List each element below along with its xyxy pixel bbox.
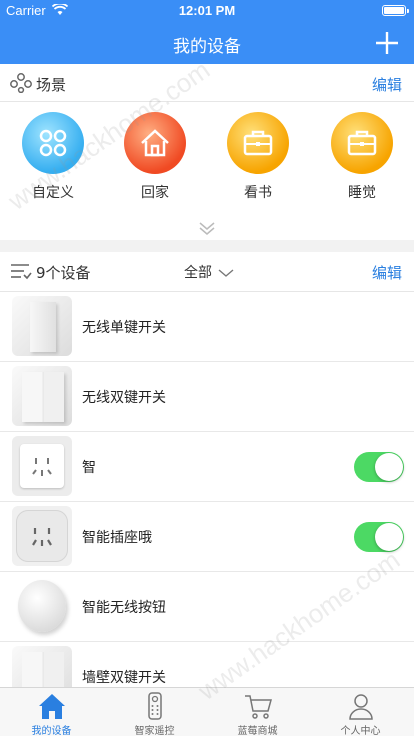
scene-item-sleep[interactable]: 睡觉 bbox=[312, 112, 412, 202]
briefcase-icon bbox=[227, 112, 289, 174]
wall-outlet-image bbox=[12, 436, 72, 496]
device-toggle[interactable] bbox=[354, 522, 404, 552]
wireless-double-switch-image bbox=[12, 366, 72, 426]
device-filter-dropdown[interactable]: 全部 bbox=[184, 262, 234, 282]
device-name: 墙壁双键开关 bbox=[82, 670, 166, 686]
scene-label: 睡觉 bbox=[348, 185, 376, 201]
tab-store[interactable]: 蓝莓商城 bbox=[206, 688, 309, 736]
smart-plug-image bbox=[12, 506, 72, 566]
scene-list: 自定义 回家 看书 睡觉 bbox=[0, 112, 414, 212]
device-row[interactable]: 智能插座哦 bbox=[0, 502, 414, 572]
status-bar: Carrier 12:01 PM bbox=[0, 0, 414, 22]
tab-profile[interactable]: 个人中心 bbox=[309, 688, 412, 736]
device-header: 9个设备 全部 编辑 bbox=[0, 252, 414, 292]
scene-item-home[interactable]: 回家 bbox=[105, 112, 205, 202]
scene-panel: 场景 编辑 自定义 回家 看书 睡觉 bbox=[0, 64, 414, 240]
device-row[interactable]: 智 bbox=[0, 432, 414, 502]
chevron-down-icon[interactable] bbox=[197, 220, 217, 236]
scene-icon bbox=[10, 73, 32, 93]
home-icon bbox=[124, 112, 186, 174]
chevron-down-icon bbox=[218, 269, 234, 277]
device-toggle[interactable] bbox=[354, 452, 404, 482]
tab-label: 我的设备 bbox=[31, 726, 72, 736]
remote-icon bbox=[148, 692, 162, 720]
device-count: 9个设备 bbox=[36, 264, 91, 282]
device-panel: 9个设备 全部 编辑 无线单键开关 无线双键开关 智 智能插座哦 智能无线按钮 … bbox=[0, 252, 414, 687]
device-list: 无线单键开关 无线双键开关 智 智能插座哦 智能无线按钮 墙壁双键开关 bbox=[0, 292, 414, 687]
tab-my-devices[interactable]: 我的设备 bbox=[0, 688, 103, 736]
device-name: 智 bbox=[82, 460, 96, 476]
device-row[interactable]: 无线双键开关 bbox=[0, 362, 414, 432]
device-name: 智能无线按钮 bbox=[82, 600, 166, 616]
scene-label: 回家 bbox=[141, 185, 169, 201]
scene-header: 场景 编辑 bbox=[0, 64, 414, 102]
page-title: 我的设备 bbox=[173, 37, 241, 57]
wall-switch-image bbox=[12, 646, 72, 687]
briefcase-icon bbox=[331, 112, 393, 174]
cart-icon bbox=[245, 695, 272, 719]
device-row[interactable]: 智能无线按钮 bbox=[0, 572, 414, 642]
scene-item-custom[interactable]: 自定义 bbox=[3, 112, 103, 202]
list-sort-icon[interactable] bbox=[10, 261, 32, 281]
tab-remote[interactable]: 智家遥控 bbox=[103, 688, 206, 736]
device-filter-label: 全部 bbox=[184, 265, 212, 281]
wireless-switch-image bbox=[12, 296, 72, 356]
scene-label: 自定义 bbox=[32, 185, 74, 201]
device-name: 智能插座哦 bbox=[82, 530, 152, 546]
scene-edit-button[interactable]: 编辑 bbox=[372, 74, 402, 95]
scene-item-read[interactable]: 看书 bbox=[208, 112, 308, 202]
plus-icon[interactable] bbox=[374, 30, 400, 56]
scene-title: 场景 bbox=[36, 76, 67, 94]
device-name: 无线单键开关 bbox=[82, 320, 166, 336]
tab-label: 个人中心 bbox=[340, 726, 381, 736]
tab-label: 智家遥控 bbox=[134, 726, 175, 736]
home-icon bbox=[39, 694, 65, 719]
scene-label: 看书 bbox=[244, 185, 272, 201]
device-edit-button[interactable]: 编辑 bbox=[372, 262, 402, 283]
clock: 12:01 PM bbox=[178, 3, 236, 18]
device-name: 无线双键开关 bbox=[82, 390, 166, 406]
battery-icon bbox=[382, 5, 409, 16]
wireless-button-image bbox=[12, 576, 72, 636]
device-row[interactable]: 墙壁双键开关 bbox=[0, 642, 414, 687]
device-row[interactable]: 无线单键开关 bbox=[0, 292, 414, 362]
user-icon bbox=[349, 694, 373, 720]
nav-bar: 我的设备 bbox=[0, 22, 414, 64]
custom-scene-icon bbox=[22, 112, 84, 174]
tab-label: 蓝莓商城 bbox=[237, 726, 278, 736]
tab-bar: 我的设备 智家遥控 蓝莓商城 个人中心 bbox=[0, 687, 414, 736]
